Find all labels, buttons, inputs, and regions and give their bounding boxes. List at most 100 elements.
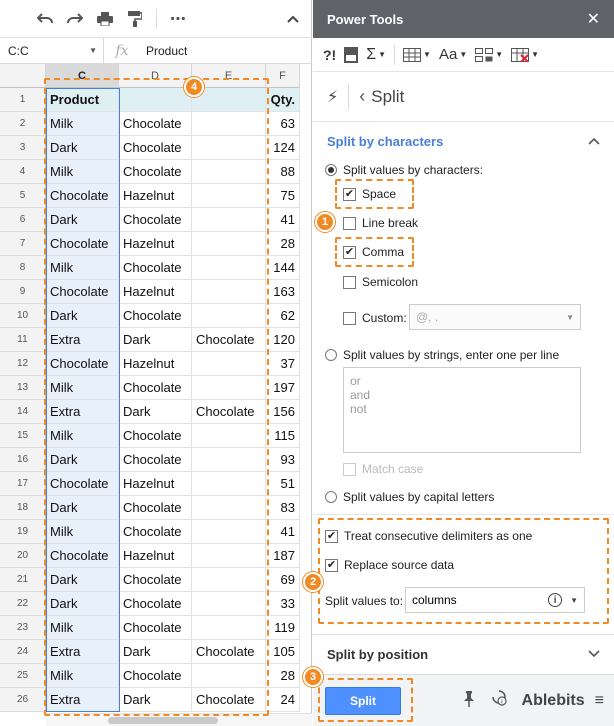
cell-e14[interactable]: Chocolate — [192, 400, 266, 424]
cell-d8[interactable]: Chocolate — [119, 256, 192, 280]
cell-d20[interactable]: Hazelnut — [119, 544, 192, 568]
cell-e6[interactable] — [192, 208, 266, 232]
cell-e10[interactable] — [192, 304, 266, 328]
cell-f4[interactable]: 88 — [266, 160, 300, 184]
row-header[interactable]: 20 — [0, 544, 46, 568]
cell-c3[interactable]: Dark — [46, 136, 119, 160]
cell-e1[interactable] — [192, 88, 266, 112]
checkbox-semicolon[interactable]: Semicolon — [343, 275, 418, 289]
paint-format-icon[interactable] — [120, 4, 150, 34]
column-header-f[interactable]: F — [266, 64, 300, 88]
cell-f10[interactable]: 62 — [266, 304, 300, 328]
row-header[interactable]: 13 — [0, 376, 46, 400]
row-header[interactable]: 24 — [0, 640, 46, 664]
cell-c24[interactable]: Extra — [46, 640, 119, 664]
row-header[interactable]: 5 — [0, 184, 46, 208]
row-header[interactable]: 9 — [0, 280, 46, 304]
find-replace-icon[interactable]: ?! — [319, 41, 340, 69]
formula-sum-icon[interactable]: Σ ▼ — [362, 41, 390, 69]
cell-e5[interactable] — [192, 184, 266, 208]
cell-e13[interactable] — [192, 376, 266, 400]
cell-d17[interactable]: Hazelnut — [119, 472, 192, 496]
text-icon[interactable]: Aa ▼ — [435, 41, 471, 69]
checkbox-replace-source[interactable]: ✔ Replace source data — [325, 558, 454, 572]
pin-icon[interactable] — [462, 690, 476, 711]
row-header[interactable]: 10 — [0, 304, 46, 328]
cell-d10[interactable]: Chocolate — [119, 304, 192, 328]
clear-table-icon[interactable]: ▼ — [507, 41, 543, 69]
checkbox-match-case[interactable]: Match case — [343, 462, 423, 476]
cell-d22[interactable]: Chocolate — [119, 592, 192, 616]
cell-d16[interactable]: Chocolate — [119, 448, 192, 472]
cell-c19[interactable]: Milk — [46, 520, 119, 544]
cell-d26[interactable]: Dark — [119, 688, 192, 712]
cell-e2[interactable] — [192, 112, 266, 136]
name-box[interactable]: C:C ▼ — [0, 37, 104, 64]
cell-e11[interactable]: Chocolate — [192, 328, 266, 352]
cell-f23[interactable]: 119 — [266, 616, 300, 640]
cell-f13[interactable]: 197 — [266, 376, 300, 400]
cell-c9[interactable]: Chocolate — [46, 280, 119, 304]
cell-e19[interactable] — [192, 520, 266, 544]
cell-f7[interactable]: 28 — [266, 232, 300, 256]
cell-c21[interactable]: Dark — [46, 568, 119, 592]
row-header[interactable]: 18 — [0, 496, 46, 520]
cell-e26[interactable]: Chocolate — [192, 688, 266, 712]
cell-e20[interactable] — [192, 544, 266, 568]
lightning-icon[interactable]: ⚡ — [327, 87, 338, 107]
cell-c4[interactable]: Milk — [46, 160, 119, 184]
row-header[interactable]: 7 — [0, 232, 46, 256]
cell-d23[interactable]: Chocolate — [119, 616, 192, 640]
cell-f2[interactable]: 63 — [266, 112, 300, 136]
row-header[interactable]: 8 — [0, 256, 46, 280]
cell-e24[interactable]: Chocolate — [192, 640, 266, 664]
cell-c6[interactable]: Dark — [46, 208, 119, 232]
cell-c16[interactable]: Dark — [46, 448, 119, 472]
print-icon[interactable] — [90, 4, 120, 34]
cell-f17[interactable]: 51 — [266, 472, 300, 496]
cell-d11[interactable]: Dark — [119, 328, 192, 352]
section-header-characters[interactable]: Split by characters — [313, 122, 614, 160]
row-header[interactable]: 11 — [0, 328, 46, 352]
cell-e3[interactable] — [192, 136, 266, 160]
formula-input[interactable]: Product — [140, 44, 187, 58]
horizontal-scrollbar[interactable] — [46, 713, 312, 726]
checkbox-custom[interactable]: Custom: — [343, 311, 407, 325]
cell-f9[interactable]: 163 — [266, 280, 300, 304]
cell-f12[interactable]: 37 — [266, 352, 300, 376]
checkbox-line-break[interactable]: Line break — [343, 216, 418, 230]
cell-e16[interactable] — [192, 448, 266, 472]
cell-d5[interactable]: Hazelnut — [119, 184, 192, 208]
row-header[interactable]: 14 — [0, 400, 46, 424]
cell-d15[interactable]: Chocolate — [119, 424, 192, 448]
cell-e7[interactable] — [192, 232, 266, 256]
merge-icon[interactable]: ▼ — [471, 41, 507, 69]
cell-d9[interactable]: Hazelnut — [119, 280, 192, 304]
strings-textarea[interactable]: or and not — [343, 367, 581, 453]
cell-e25[interactable] — [192, 664, 266, 688]
cell-d4[interactable]: Chocolate — [119, 160, 192, 184]
cell-e22[interactable] — [192, 592, 266, 616]
split-button[interactable]: Split — [325, 686, 401, 715]
undo-icon[interactable] — [30, 4, 60, 34]
cell-f19[interactable]: 41 — [266, 520, 300, 544]
cell-d14[interactable]: Dark — [119, 400, 192, 424]
cell-f1[interactable]: Qty. — [266, 88, 300, 112]
cell-f11[interactable]: 120 — [266, 328, 300, 352]
row-header[interactable]: 4 — [0, 160, 46, 184]
row-header[interactable]: 21 — [0, 568, 46, 592]
cell-d1[interactable] — [119, 88, 192, 112]
section-header-position[interactable]: Split by position — [313, 635, 614, 673]
split-to-select[interactable]: columns i ▼ — [405, 587, 585, 613]
row-header[interactable]: 3 — [0, 136, 46, 160]
cell-f3[interactable]: 124 — [266, 136, 300, 160]
column-header-d[interactable]: D — [119, 64, 192, 88]
column-header-c[interactable]: C — [46, 64, 119, 88]
cell-d25[interactable]: Chocolate — [119, 664, 192, 688]
cell-c26[interactable]: Extra — [46, 688, 119, 712]
row-header[interactable]: 23 — [0, 616, 46, 640]
cell-c20[interactable]: Chocolate — [46, 544, 119, 568]
radio-split-by-strings[interactable]: Split values by strings, enter one per l… — [325, 348, 559, 362]
cell-e15[interactable] — [192, 424, 266, 448]
row-header[interactable]: 15 — [0, 424, 46, 448]
